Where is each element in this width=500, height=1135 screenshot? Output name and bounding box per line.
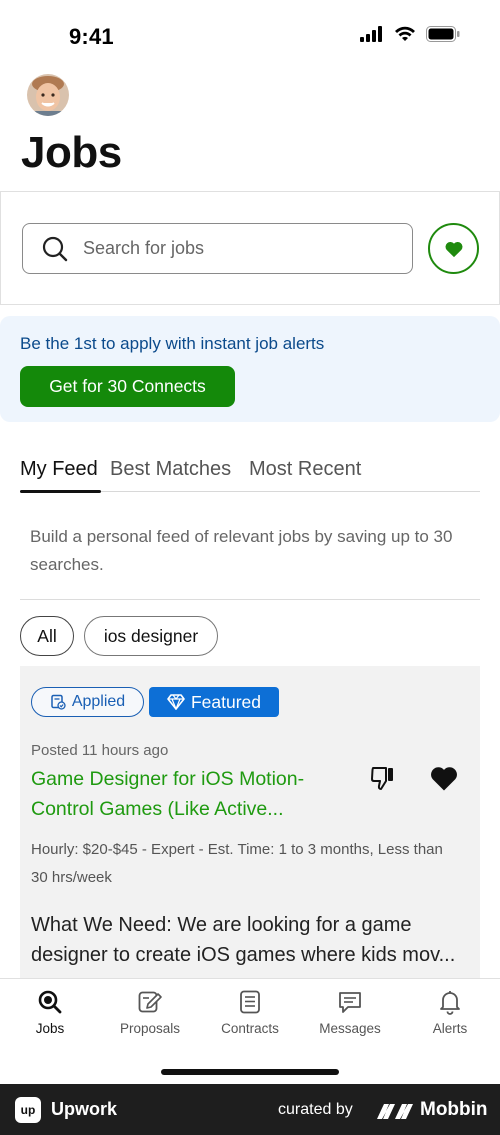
job-meta: Hourly: $20-$45 - Expert - Est. Time: 1 … bbox=[31, 836, 476, 892]
job-meta-line-1: Hourly: $20-$45 - Expert - Est. Time: 1 … bbox=[31, 841, 443, 858]
search-icon bbox=[42, 236, 68, 261]
job-alerts-promo: Be the 1st to apply with instant job ale… bbox=[0, 316, 500, 422]
signal-icon bbox=[360, 26, 382, 42]
nav-label: Contracts bbox=[221, 1021, 279, 1036]
saved-jobs-button[interactable] bbox=[428, 223, 479, 274]
footer-curated-by: curated by bbox=[278, 1101, 353, 1118]
job-meta-line-2: 30 hrs/week bbox=[31, 869, 112, 886]
search-input[interactable]: Search for jobs bbox=[22, 223, 413, 274]
nav-label: Alerts bbox=[432, 1021, 468, 1036]
get-connects-button[interactable]: Get for 30 Connects bbox=[20, 366, 235, 407]
nav-label: Messages bbox=[319, 1021, 381, 1036]
job-card[interactable]: Applied Featured Posted 11 hours ago Gam… bbox=[20, 666, 480, 978]
feed-tabs: My Feed Best Matches Most Recent bbox=[20, 458, 480, 493]
posted-time: Posted 11 hours ago bbox=[31, 742, 169, 759]
featured-badge: Featured bbox=[149, 687, 279, 717]
job-title-line-1: Game Designer for iOS Motion- bbox=[31, 768, 305, 790]
applied-badge: Applied bbox=[31, 687, 144, 717]
mobbin-logo-icon bbox=[377, 1104, 413, 1119]
nav-label: Jobs bbox=[35, 1021, 65, 1036]
nav-messages[interactable]: Messages bbox=[300, 989, 400, 1036]
tab-most-recent[interactable]: Most Recent bbox=[249, 458, 361, 481]
job-description: What We Need: We are looking for a game … bbox=[31, 910, 471, 970]
nav-alerts[interactable]: Alerts bbox=[400, 989, 500, 1036]
proposal-icon bbox=[138, 991, 162, 1013]
home-indicator bbox=[161, 1069, 339, 1075]
applied-label: Applied bbox=[71, 693, 126, 710]
contract-icon bbox=[240, 990, 260, 1014]
avatar-image bbox=[27, 74, 69, 116]
footer-banner: up Upwork curated by Mobbin bbox=[0, 1084, 500, 1135]
tab-my-feed[interactable]: My Feed bbox=[20, 458, 98, 481]
search-placeholder: Search for jobs bbox=[83, 238, 205, 258]
status-time: 9:41 bbox=[69, 24, 114, 49]
status-bar: 9:41 bbox=[0, 0, 500, 74]
diamond-icon bbox=[167, 694, 185, 710]
message-icon bbox=[339, 992, 361, 1013]
divider bbox=[20, 599, 480, 600]
battery-icon bbox=[426, 26, 460, 42]
search-icon bbox=[38, 990, 62, 1014]
avatar[interactable] bbox=[27, 74, 69, 116]
job-title-line-2: Control Games (Like Active... bbox=[31, 798, 284, 820]
bottom-nav: Jobs Proposals Contracts Messages Alerts bbox=[0, 978, 500, 1084]
chip-all[interactable]: All bbox=[20, 616, 74, 656]
job-desc-line-2: designer to create iOS games where kids … bbox=[31, 944, 456, 966]
job-desc-line-1: What We Need: We are looking for a game bbox=[31, 914, 412, 936]
tab-best-matches[interactable]: Best Matches bbox=[110, 458, 231, 481]
promo-text: Be the 1st to apply with instant job ale… bbox=[20, 334, 325, 353]
page-title: Jobs bbox=[21, 128, 122, 177]
feed-hint: Build a personal feed of relevant jobs b… bbox=[30, 527, 453, 574]
nav-proposals[interactable]: Proposals bbox=[100, 989, 200, 1036]
applied-icon bbox=[51, 694, 66, 710]
search-panel: Search for jobs bbox=[0, 191, 500, 305]
heart-icon bbox=[445, 241, 462, 257]
job-title[interactable]: Game Designer for iOS Motion- Control Ga… bbox=[31, 764, 351, 824]
upwork-logo: up bbox=[15, 1097, 41, 1123]
footer-brand: Mobbin bbox=[420, 1099, 488, 1120]
featured-label: Featured bbox=[190, 691, 262, 712]
status-icons bbox=[360, 26, 460, 42]
thumbs-down-icon[interactable] bbox=[369, 764, 397, 792]
nav-jobs[interactable]: Jobs bbox=[0, 989, 100, 1036]
nav-label: Proposals bbox=[119, 1021, 181, 1036]
footer-app-name: Upwork bbox=[51, 1099, 118, 1119]
nav-contracts[interactable]: Contracts bbox=[200, 989, 300, 1036]
active-tab-indicator bbox=[20, 490, 101, 493]
chip-ios-designer[interactable]: ios designer bbox=[84, 616, 218, 656]
wifi-icon bbox=[395, 26, 415, 41]
bell-icon bbox=[440, 991, 460, 1015]
heart-icon[interactable] bbox=[429, 764, 459, 792]
